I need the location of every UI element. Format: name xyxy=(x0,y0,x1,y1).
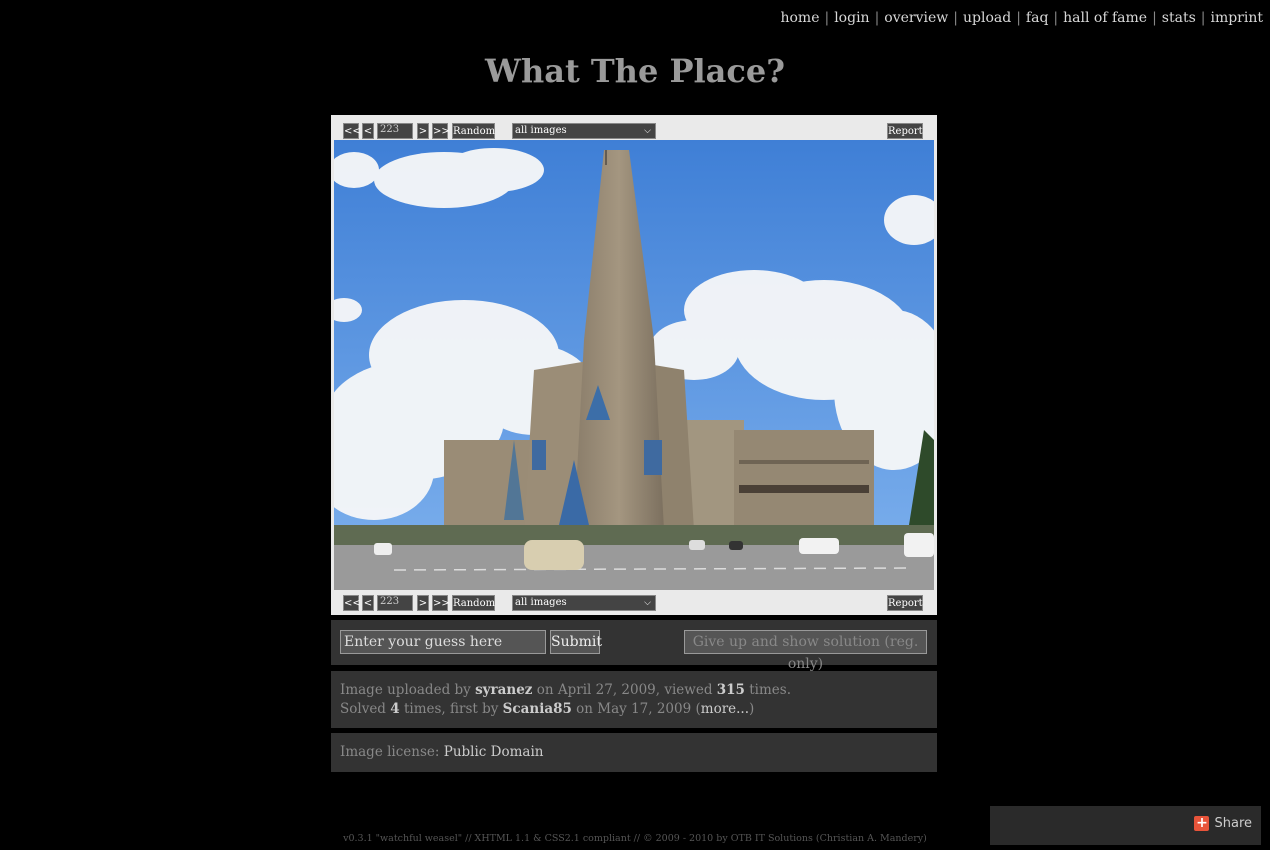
nav-home[interactable]: home xyxy=(780,10,819,26)
solved-date: on May 17, 2009 ( xyxy=(576,701,701,717)
top-nav: home | login | overview | upload | faq | hall of f… xyxy=(780,10,1263,26)
nav-imprint[interactable]: imprint xyxy=(1210,10,1263,26)
upload-info-line: Image uploaded by syranez on April 27, 2… xyxy=(340,681,928,700)
share-button[interactable]: + Share xyxy=(1194,816,1252,831)
license-panel: Image license: Public Domain xyxy=(331,733,937,772)
first-solver-name: Scania85 xyxy=(502,701,572,717)
solved-count: 4 xyxy=(390,701,400,717)
views-suffix: times. xyxy=(749,682,792,698)
nav-separator: | xyxy=(1053,10,1059,26)
nav-overview[interactable]: overview xyxy=(884,10,948,26)
first-button[interactable]: << xyxy=(343,123,361,139)
more-link[interactable]: more... xyxy=(701,701,749,717)
nav-separator: | xyxy=(1200,10,1206,26)
report-button[interactable]: Report xyxy=(887,595,923,611)
nav-separator: | xyxy=(1016,10,1021,26)
image-filter-select[interactable]: all images ⌵ xyxy=(512,595,656,611)
prev-button[interactable]: < xyxy=(362,595,374,611)
nav-faq[interactable]: faq xyxy=(1026,10,1049,26)
next-button[interactable]: > xyxy=(417,123,429,139)
last-button[interactable]: >> xyxy=(432,595,450,611)
image-number-input[interactable]: 223 xyxy=(377,595,413,611)
close-paren: ) xyxy=(749,701,755,717)
next-button[interactable]: > xyxy=(417,595,429,611)
top-controls: << < 223 > >> Random all images ⌵ Report xyxy=(331,120,937,142)
image-number-input[interactable]: 223 xyxy=(377,123,413,139)
report-button[interactable]: Report xyxy=(887,123,923,139)
image-filter-value: all images xyxy=(515,125,567,136)
image-info: Image uploaded by syranez on April 27, 2… xyxy=(331,671,937,728)
last-button[interactable]: >> xyxy=(432,123,450,139)
first-button[interactable]: << xyxy=(343,595,361,611)
random-button[interactable]: Random xyxy=(452,595,495,611)
place-photo xyxy=(334,140,934,590)
plus-icon: + xyxy=(1194,815,1210,831)
nav-stats[interactable]: stats xyxy=(1162,10,1196,26)
image-filter-value: all images xyxy=(515,597,567,608)
share-widget: + Share xyxy=(990,806,1261,845)
submit-button[interactable]: Submit xyxy=(550,630,602,654)
image-frame: << < 223 > >> Random all images ⌵ Report xyxy=(331,115,937,615)
share-label: Share xyxy=(1214,816,1252,831)
give-up-button[interactable]: Give up and show solution (reg. only) xyxy=(684,630,927,672)
nav-hall-of-fame[interactable]: hall of fame xyxy=(1063,10,1147,26)
uploader-name: syranez xyxy=(475,682,533,698)
solved-mid: times, first by xyxy=(403,701,499,717)
guess-panel: Enter your guess here Submit Give up and… xyxy=(331,620,937,672)
image-filter-select[interactable]: all images ⌵ xyxy=(512,123,656,139)
page-title: What The Place? xyxy=(485,52,785,90)
nav-login[interactable]: login xyxy=(834,10,869,26)
view-count: 315 xyxy=(716,682,745,698)
prev-button[interactable]: < xyxy=(362,123,374,139)
random-button[interactable]: Random xyxy=(452,123,495,139)
nav-separator: | xyxy=(874,10,880,26)
nav-separator: | xyxy=(1152,10,1157,26)
solved-info-line: Solved 4 times, first by Scania85 on May… xyxy=(340,700,928,719)
bottom-controls: << < 223 > >> Random all images ⌵ Report xyxy=(331,592,937,614)
cathedral-image xyxy=(334,140,934,590)
uploader-link[interactable]: syranez xyxy=(475,682,532,698)
uploaded-date-text: on April 27, 2009, viewed xyxy=(536,682,713,698)
guess-input[interactable]: Enter your guess here xyxy=(340,630,546,654)
license-value: Public Domain xyxy=(443,744,544,760)
chevron-down-icon: ⌵ xyxy=(644,598,651,608)
nav-separator: | xyxy=(953,10,958,26)
nav-upload[interactable]: upload xyxy=(963,10,1011,26)
first-solver-link[interactable]: Scania85 xyxy=(503,701,572,717)
uploaded-prefix: Image uploaded by xyxy=(340,682,471,698)
license-label: Image license: xyxy=(340,744,440,760)
chevron-down-icon: ⌵ xyxy=(644,126,651,136)
solved-prefix: Solved xyxy=(340,701,386,717)
nav-separator: | xyxy=(824,10,830,26)
